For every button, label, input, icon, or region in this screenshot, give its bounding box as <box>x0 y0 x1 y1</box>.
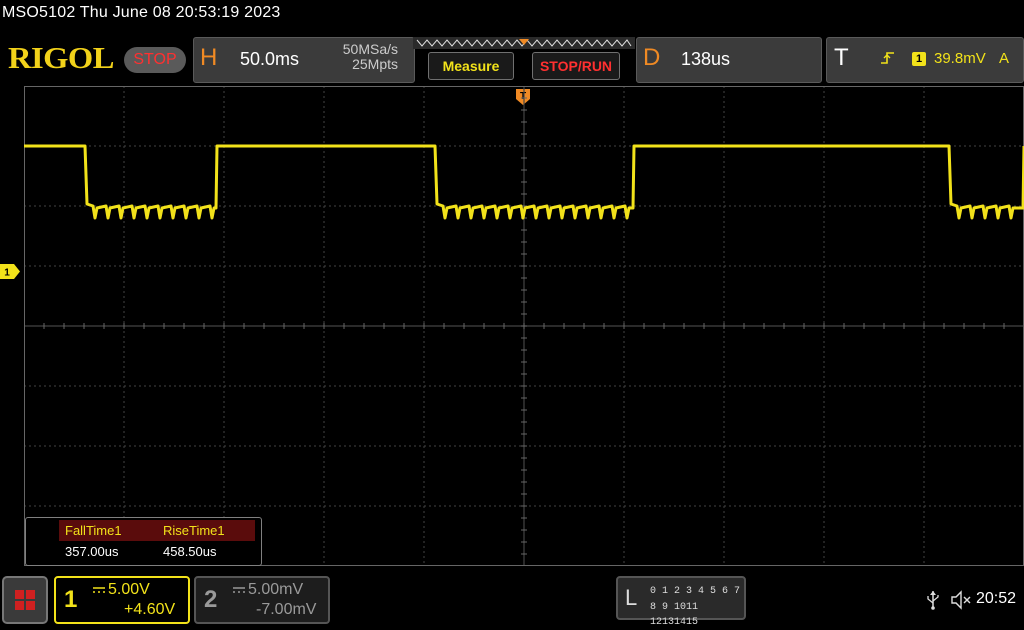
stop-run-button[interactable]: STOP/RUN <box>532 52 620 80</box>
memory-overview-strip <box>413 37 635 49</box>
ch1-number: 1 <box>64 586 78 613</box>
horizontal-label: H <box>200 44 218 71</box>
grid-menu-icon <box>15 590 35 610</box>
measurement-value: 458.50us <box>163 544 217 559</box>
ch1-offset: +4.60V <box>124 601 176 618</box>
ch1-ground-marker[interactable]: 1 <box>0 264 20 279</box>
ch1-scale: 5.00V <box>108 581 150 598</box>
logic-bits-row: 0 1 2 3 4 5 6 7 <box>650 586 741 597</box>
measurement-name: FallTime1 <box>59 520 157 541</box>
acquisition-info: 50MSa/s 25Mpts <box>300 42 398 72</box>
ch1-marker-label: 1 <box>4 268 10 279</box>
measure-button[interactable]: Measure <box>428 52 514 80</box>
delay-value: 138us <box>681 49 731 69</box>
sample-rate: 50MSa/s <box>342 41 398 57</box>
measurement-value: 357.00us <box>65 544 119 559</box>
logic-bits-row: 8 9 1011 12131415 <box>650 602 699 628</box>
waveform-display[interactable] <box>24 86 1024 566</box>
ch2-offset: -7.00mV <box>256 601 317 618</box>
graticule <box>24 86 1024 566</box>
rigol-logo: RIGOL <box>8 40 114 75</box>
dc-coupling-icon <box>93 587 105 593</box>
trigger-label: T <box>834 44 849 71</box>
trigger-mode: A <box>999 50 1010 67</box>
dc-coupling-icon <box>233 587 245 593</box>
delay-label: D <box>643 44 661 71</box>
ch2-number: 2 <box>204 586 218 613</box>
logic-label: L <box>625 585 638 610</box>
trigger-source-badge: 1 <box>912 52 926 66</box>
ch2-scale: 5.00mV <box>248 581 304 598</box>
logic-channels-box[interactable]: L 0 1 2 3 4 5 6 7 8 9 1011 12131415 <box>616 576 746 628</box>
speaker-muted-icon[interactable] <box>950 590 972 610</box>
main-menu-button[interactable] <box>2 576 48 624</box>
run-state-indicator[interactable]: STOP <box>124 47 186 73</box>
measurement-name: RiseTime1 <box>157 520 255 541</box>
clock: 20:52 <box>976 590 1017 607</box>
trigger-level: 39.8mV <box>934 50 986 67</box>
ch1-settings-box[interactable]: 1 5.00V +4.60V <box>54 576 190 624</box>
model-datetime: MSO5102 Thu June 08 20:53:19 2023 <box>2 4 281 21</box>
ch2-settings-box[interactable]: 2 5.00mV -7.00mV <box>194 576 330 624</box>
measurement-results[interactable]: FallTime1 RiseTime1 357.00us 458.50us <box>25 517 262 566</box>
rising-edge-icon <box>881 52 894 64</box>
usb-icon <box>927 591 939 610</box>
timebase-value: 50.0ms <box>240 49 300 69</box>
memory-depth: 25Mpts <box>352 56 398 72</box>
